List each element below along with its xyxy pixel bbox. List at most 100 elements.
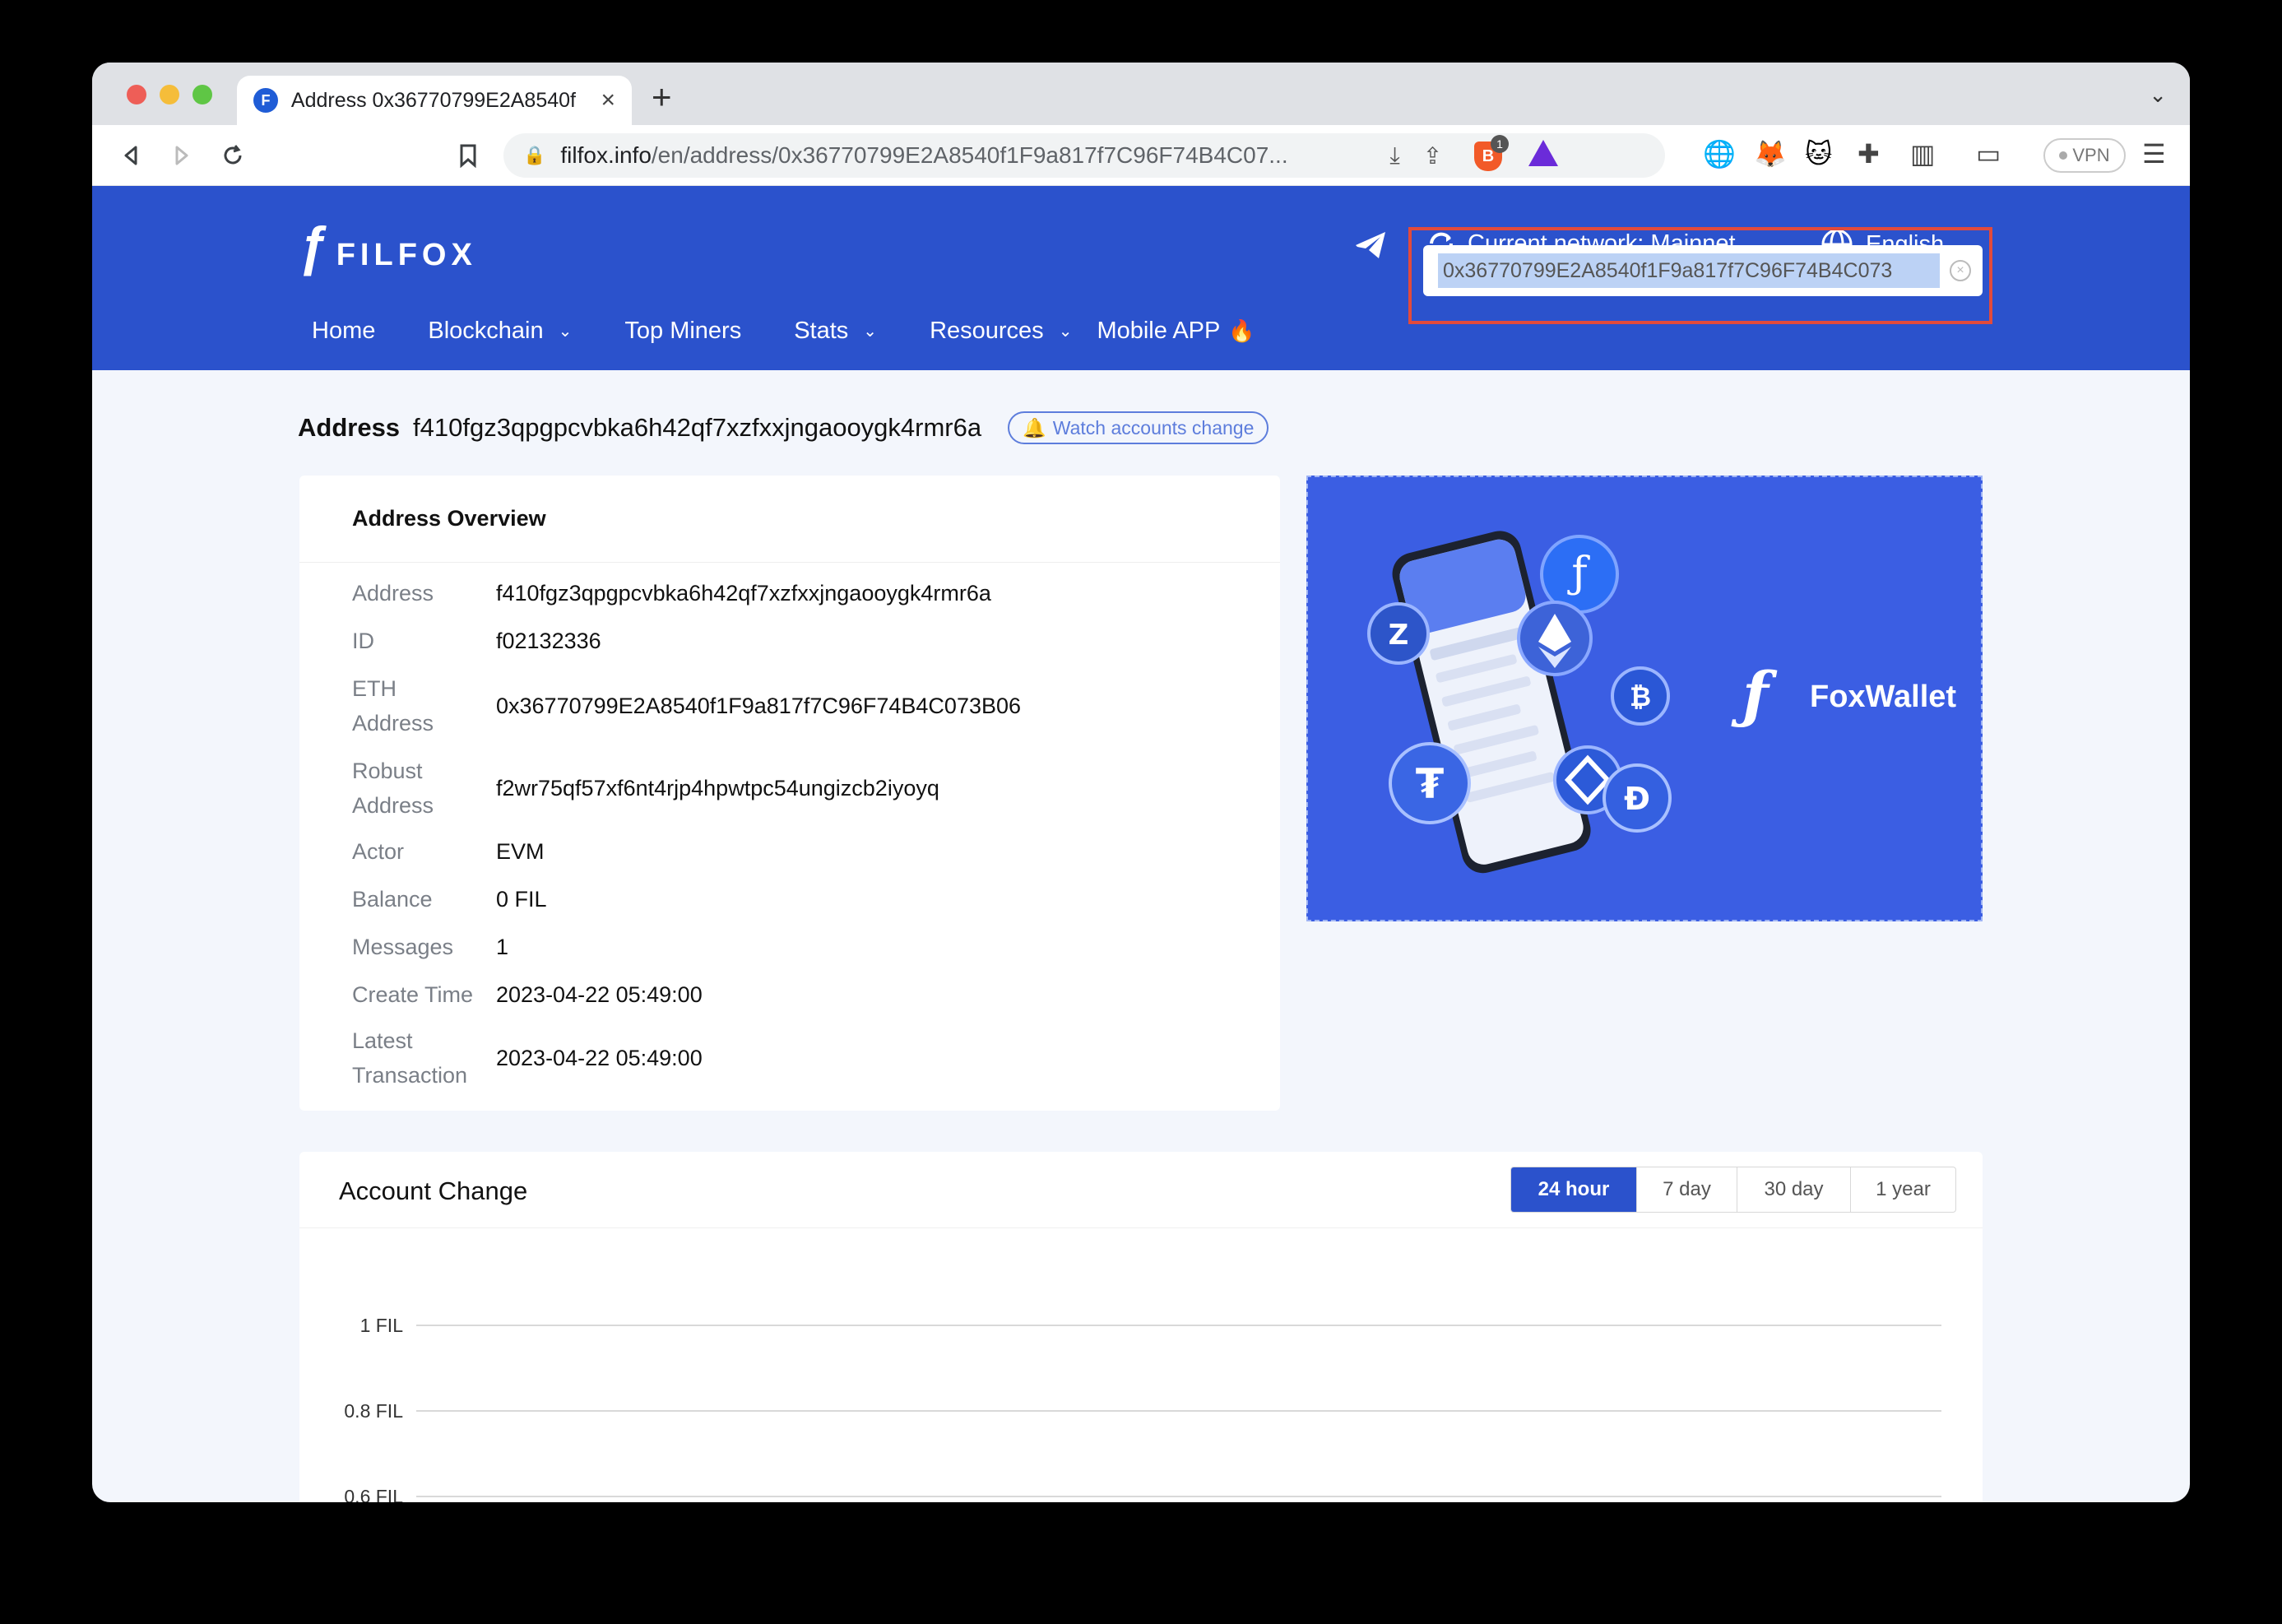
svg-text:Ð: Ð — [1624, 781, 1650, 817]
svg-text:₿: ₿ — [1630, 681, 1651, 712]
search-field[interactable]: 0x36770799E2A8540f1F9a817f7C96F74B4C073 … — [1423, 245, 1983, 296]
filfox-logo[interactable]: ƒ FILFOX — [298, 219, 477, 273]
chevron-down-icon: ⌄ — [558, 322, 573, 341]
sidebar-icon[interactable]: ▥ — [1910, 138, 1935, 169]
brave-rewards-icon[interactable] — [1528, 140, 1558, 166]
minimize-window-button[interactable] — [160, 85, 179, 104]
row-label: Balance — [352, 887, 433, 912]
nav-resources[interactable]: Resources ⌄ — [930, 318, 1072, 345]
overview-row-create-time: Create Time 2023-04-22 05:49:00 — [352, 977, 703, 1012]
extensions-puzzle-icon[interactable]: ✚ — [1858, 138, 1880, 169]
main-nav: Home Blockchain ⌄ Top Miners Stats ⌄ Resou… — [312, 318, 1308, 345]
shield-count-badge: 1 — [1491, 135, 1509, 153]
overview-row-balance: Balance 0 FIL — [352, 882, 547, 916]
reload-icon — [224, 145, 242, 165]
row-label: ID — [352, 629, 374, 653]
account-change-title: Account Change — [339, 1176, 528, 1205]
browser-toolbar: 🔒 filfox.info/en/address/0x36770799E2A85… — [92, 125, 2190, 186]
row-value: 2023-04-22 05:49:00 — [496, 982, 703, 1007]
range-1-year-button[interactable]: 1 year — [1850, 1167, 1955, 1212]
metamask-extension-icon[interactable]: 🦊 — [1754, 138, 1787, 169]
row-value: f02132336 — [496, 629, 601, 653]
back-button[interactable] — [110, 135, 151, 176]
bookmark-button[interactable] — [448, 135, 489, 176]
row-label: Latest Transaction — [352, 1028, 468, 1088]
foxwallet-ad-banner[interactable]: ƒ Z ₿ ₮ Ð ƒ FoxWallet — [1306, 476, 1983, 921]
install-icon[interactable]: ⤓ — [1389, 142, 1399, 169]
row-label: Robust Address — [352, 759, 434, 818]
nav-mobile-app[interactable]: Mobile APP 🔥 — [1097, 318, 1255, 345]
range-7-day-button[interactable]: 7 day — [1636, 1167, 1737, 1212]
row-value: 0 FIL — [496, 887, 547, 912]
tab-search-chevron-icon[interactable]: ⌄ — [2149, 82, 2167, 108]
row-label: Messages — [352, 935, 454, 959]
filfox-logo-mark-icon: ƒ — [298, 216, 328, 276]
overview-row-address: Address f410fgz3qpgpcvbka6h42qf7xzfxxjng… — [352, 576, 991, 610]
row-value: f2wr75qf57xf6nt4rjp4hpwtpc54ungizcb2iyoy… — [496, 776, 939, 800]
row-label: Address — [352, 581, 434, 606]
watch-label: Watch accounts change — [1052, 416, 1255, 438]
address-overview-card: Address Overview Address f410fgz3qpgpcvb… — [299, 476, 1280, 1111]
overview-row-robust-address: Robust Address f2wr75qf57xf6nt4rjp4hpwtp… — [352, 754, 939, 823]
svg-text:₮: ₮ — [1416, 760, 1445, 808]
overview-row-id: ID f02132336 — [352, 624, 601, 658]
bell-icon: 🔔 — [1023, 416, 1046, 438]
svg-text:ƒ: ƒ — [1567, 549, 1590, 598]
bookmark-icon — [460, 144, 476, 168]
row-label: Actor — [352, 839, 405, 864]
wallet-fox-extension-icon[interactable]: 🐱 — [1805, 138, 1832, 169]
tab-strip: F Address 0x36770799E2A8540f × + ⌄ — [92, 63, 2190, 125]
row-label: Create Time — [352, 982, 474, 1007]
logo-text: FILFOX — [336, 237, 477, 272]
forward-button[interactable] — [161, 135, 202, 176]
watch-accounts-button[interactable]: 🔔 Watch accounts change — [1008, 411, 1269, 444]
vpn-label: VPN — [2072, 145, 2110, 165]
close-window-button[interactable] — [127, 85, 146, 104]
foxwallet-brand: FoxWallet — [1810, 680, 1957, 714]
browser-tab-active[interactable]: F Address 0x36770799E2A8540f × — [237, 76, 632, 125]
reload-button[interactable] — [212, 135, 253, 176]
telegram-icon[interactable] — [1352, 227, 1389, 263]
tab-title: Address 0x36770799E2A8540f — [290, 88, 576, 112]
chevron-down-icon: ⌄ — [863, 322, 878, 341]
lock-icon: 🔒 — [523, 145, 546, 165]
svg-text:Z: Z — [1389, 619, 1409, 652]
y-tick-label: 1 FIL — [360, 1315, 404, 1336]
overview-row-eth-address: ETH Address 0x36770799E2A8540f1F9a817f7C… — [352, 671, 1021, 740]
row-value: 1 — [496, 935, 509, 959]
wallet-icon[interactable]: ▭ — [1976, 138, 2001, 169]
browser-window: F Address 0x36770799E2A8540f × + ⌄ 🔒 fil… — [92, 63, 2190, 1502]
y-tick-label: 0.6 FIL — [344, 1486, 403, 1502]
tab-close-icon[interactable]: × — [601, 86, 615, 114]
account-change-card: Account Change 24 hour 7 day 30 day 1 ye… — [299, 1152, 1983, 1502]
vpn-button[interactable]: VPN — [2043, 138, 2126, 173]
nav-stats[interactable]: Stats ⌄ — [794, 318, 877, 345]
overview-row-actor: Actor EVM — [352, 834, 545, 869]
overview-row-latest-transaction: Latest Transaction 2023-04-22 05:49:00 — [352, 1023, 703, 1093]
range-30-day-button[interactable]: 30 day — [1737, 1167, 1850, 1212]
nav-blockchain[interactable]: Blockchain ⌄ — [428, 318, 572, 345]
flame-icon: 🔥 — [1228, 318, 1255, 343]
menu-icon[interactable]: ☰ — [2142, 138, 2166, 169]
account-change-chart: 1 FIL 0.8 FIL 0.6 FIL — [344, 1315, 1941, 1502]
share-icon[interactable]: ⇪ — [1423, 142, 1442, 169]
search-input[interactable]: 0x36770799E2A8540f1F9a817f7C96F74B4C073 — [1438, 253, 1940, 288]
address-title-label: Address — [298, 413, 401, 442]
overview-row-messages: Messages 1 — [352, 930, 508, 964]
overview-title: Address Overview — [299, 476, 1280, 563]
url-text[interactable]: filfox.info/en/address/0x36770799E2A8540… — [560, 142, 1366, 169]
maximize-window-button[interactable] — [192, 85, 212, 104]
new-tab-button[interactable]: + — [652, 77, 672, 117]
range-24-hour-button[interactable]: 24 hour — [1511, 1167, 1636, 1212]
nav-home[interactable]: Home — [312, 318, 375, 345]
row-label: ETH Address — [352, 676, 434, 735]
nav-top-miners[interactable]: Top Miners — [624, 318, 741, 345]
clear-search-icon[interactable]: × — [1950, 260, 1971, 281]
address-title-value: f410fgz3qpgpcvbka6h42qf7xzfxxjngaooygk4r… — [413, 413, 982, 442]
back-arrow-icon — [124, 146, 137, 165]
forward-arrow-icon — [175, 146, 188, 165]
globe-extension-icon[interactable]: 🌐 — [1703, 138, 1736, 169]
row-value: f410fgz3qpgpcvbka6h42qf7xzfxxjngaooygk4r… — [496, 581, 991, 606]
row-value: 2023-04-22 05:49:00 — [496, 1046, 703, 1070]
y-tick-label: 0.8 FIL — [344, 1400, 403, 1422]
